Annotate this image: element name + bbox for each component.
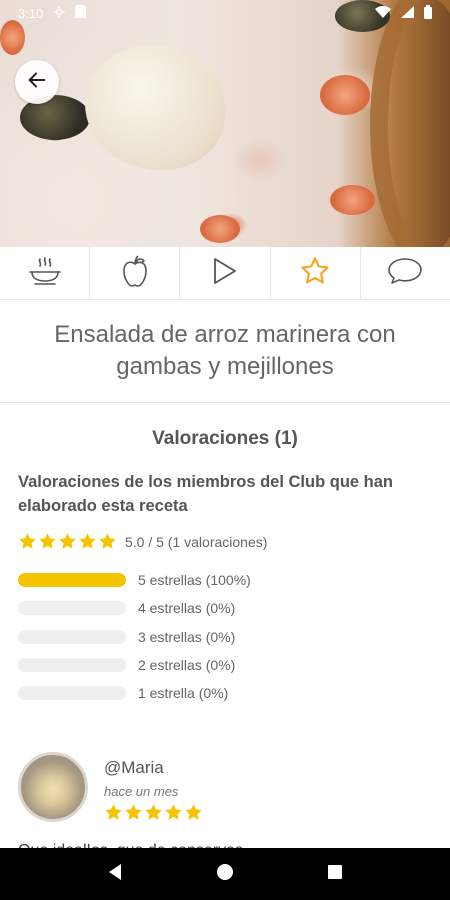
rating-bar-track <box>18 629 126 644</box>
shrimp-shape <box>200 215 240 243</box>
cooking-pot-icon <box>27 255 63 292</box>
ratings-heading: Valoraciones (1) <box>152 428 298 449</box>
signal-icon <box>401 5 414 21</box>
rating-bar-row: 2 estrellas (0%) <box>18 651 251 679</box>
rating-bar-track <box>18 573 126 588</box>
sauce-dollop <box>85 45 225 170</box>
star-filled-icon <box>164 803 183 822</box>
shrimp-shape <box>320 75 370 115</box>
back-button[interactable] <box>15 60 59 104</box>
comment-icon <box>387 256 423 291</box>
recipe-title: Ensalada de arroz marinera con gambas y … <box>54 321 396 380</box>
rating-bar-label: 1 estrella (0%) <box>138 685 229 702</box>
nav-home-button[interactable] <box>216 863 234 886</box>
rating-bar-label: 5 estrellas (100%) <box>138 572 251 589</box>
rating-bar-label: 2 estrellas (0%) <box>138 657 236 674</box>
star-filled-icon <box>184 803 203 822</box>
star-filled-icon <box>144 803 163 822</box>
rating-bar-label: 4 estrellas (0%) <box>138 600 236 617</box>
tab-ratings[interactable] <box>271 247 361 299</box>
star-filled-icon <box>104 803 123 822</box>
rating-distribution: 5 estrellas (100%) 4 estrellas (0%) 3 estr… <box>18 566 251 707</box>
rating-summary-text: 5.0 / 5 (1 valoraciones) <box>125 533 268 550</box>
reviewer-name[interactable]: @Maria <box>104 758 164 778</box>
battery-icon <box>424 4 432 22</box>
tab-comments[interactable] <box>361 247 450 299</box>
nav-recents-button[interactable] <box>327 864 343 885</box>
rating-bar-row: 5 estrellas (100%) <box>18 566 251 594</box>
wifi-icon <box>375 5 391 21</box>
rating-bar-row: 4 estrellas (0%) <box>18 594 251 622</box>
shrimp-shape <box>330 185 375 215</box>
members-ratings-heading: Valoraciones de los miembros del Club qu… <box>18 473 394 515</box>
star-filled-icon <box>124 803 143 822</box>
rating-bar-row: 1 estrella (0%) <box>18 679 251 707</box>
rating-bar-fill <box>18 573 126 588</box>
average-stars <box>18 532 117 551</box>
sd-card-icon <box>75 5 87 21</box>
rating-bar-track <box>18 686 126 701</box>
rating-summary: 5.0 / 5 (1 valoraciones) <box>18 532 267 551</box>
tab-preparation[interactable] <box>0 247 91 299</box>
star-filled-icon <box>18 532 37 551</box>
rating-bar-track <box>18 601 126 616</box>
rating-bar-label: 3 estrellas (0%) <box>138 628 236 645</box>
recipe-title-block: Ensalada de arroz marinera con gambas y … <box>0 300 450 403</box>
play-icon <box>211 256 239 291</box>
status-bar: 3:10 <box>0 0 450 26</box>
recipe-tab-bar <box>0 247 450 300</box>
star-filled-icon <box>58 532 77 551</box>
bowl-rim <box>370 0 450 247</box>
star-filled-icon <box>38 532 57 551</box>
star-filled-icon <box>98 532 117 551</box>
rating-bar-track <box>18 658 126 673</box>
status-time: 3:10 <box>18 5 44 21</box>
apple-icon <box>119 254 151 293</box>
star-icon <box>299 255 331 292</box>
review-stars <box>104 803 203 822</box>
arrow-left-icon <box>26 69 48 96</box>
system-nav-bar <box>0 848 450 900</box>
tab-video[interactable] <box>180 247 271 299</box>
settings-icon <box>53 6 65 21</box>
tab-nutrition[interactable] <box>90 247 181 299</box>
rating-bar-row: 3 estrellas (0%) <box>18 623 251 651</box>
nav-back-button[interactable] <box>107 863 123 886</box>
avatar[interactable] <box>18 752 88 822</box>
recipe-hero-image <box>0 0 450 247</box>
star-filled-icon <box>78 532 97 551</box>
review-time: hace un mes <box>104 784 179 799</box>
